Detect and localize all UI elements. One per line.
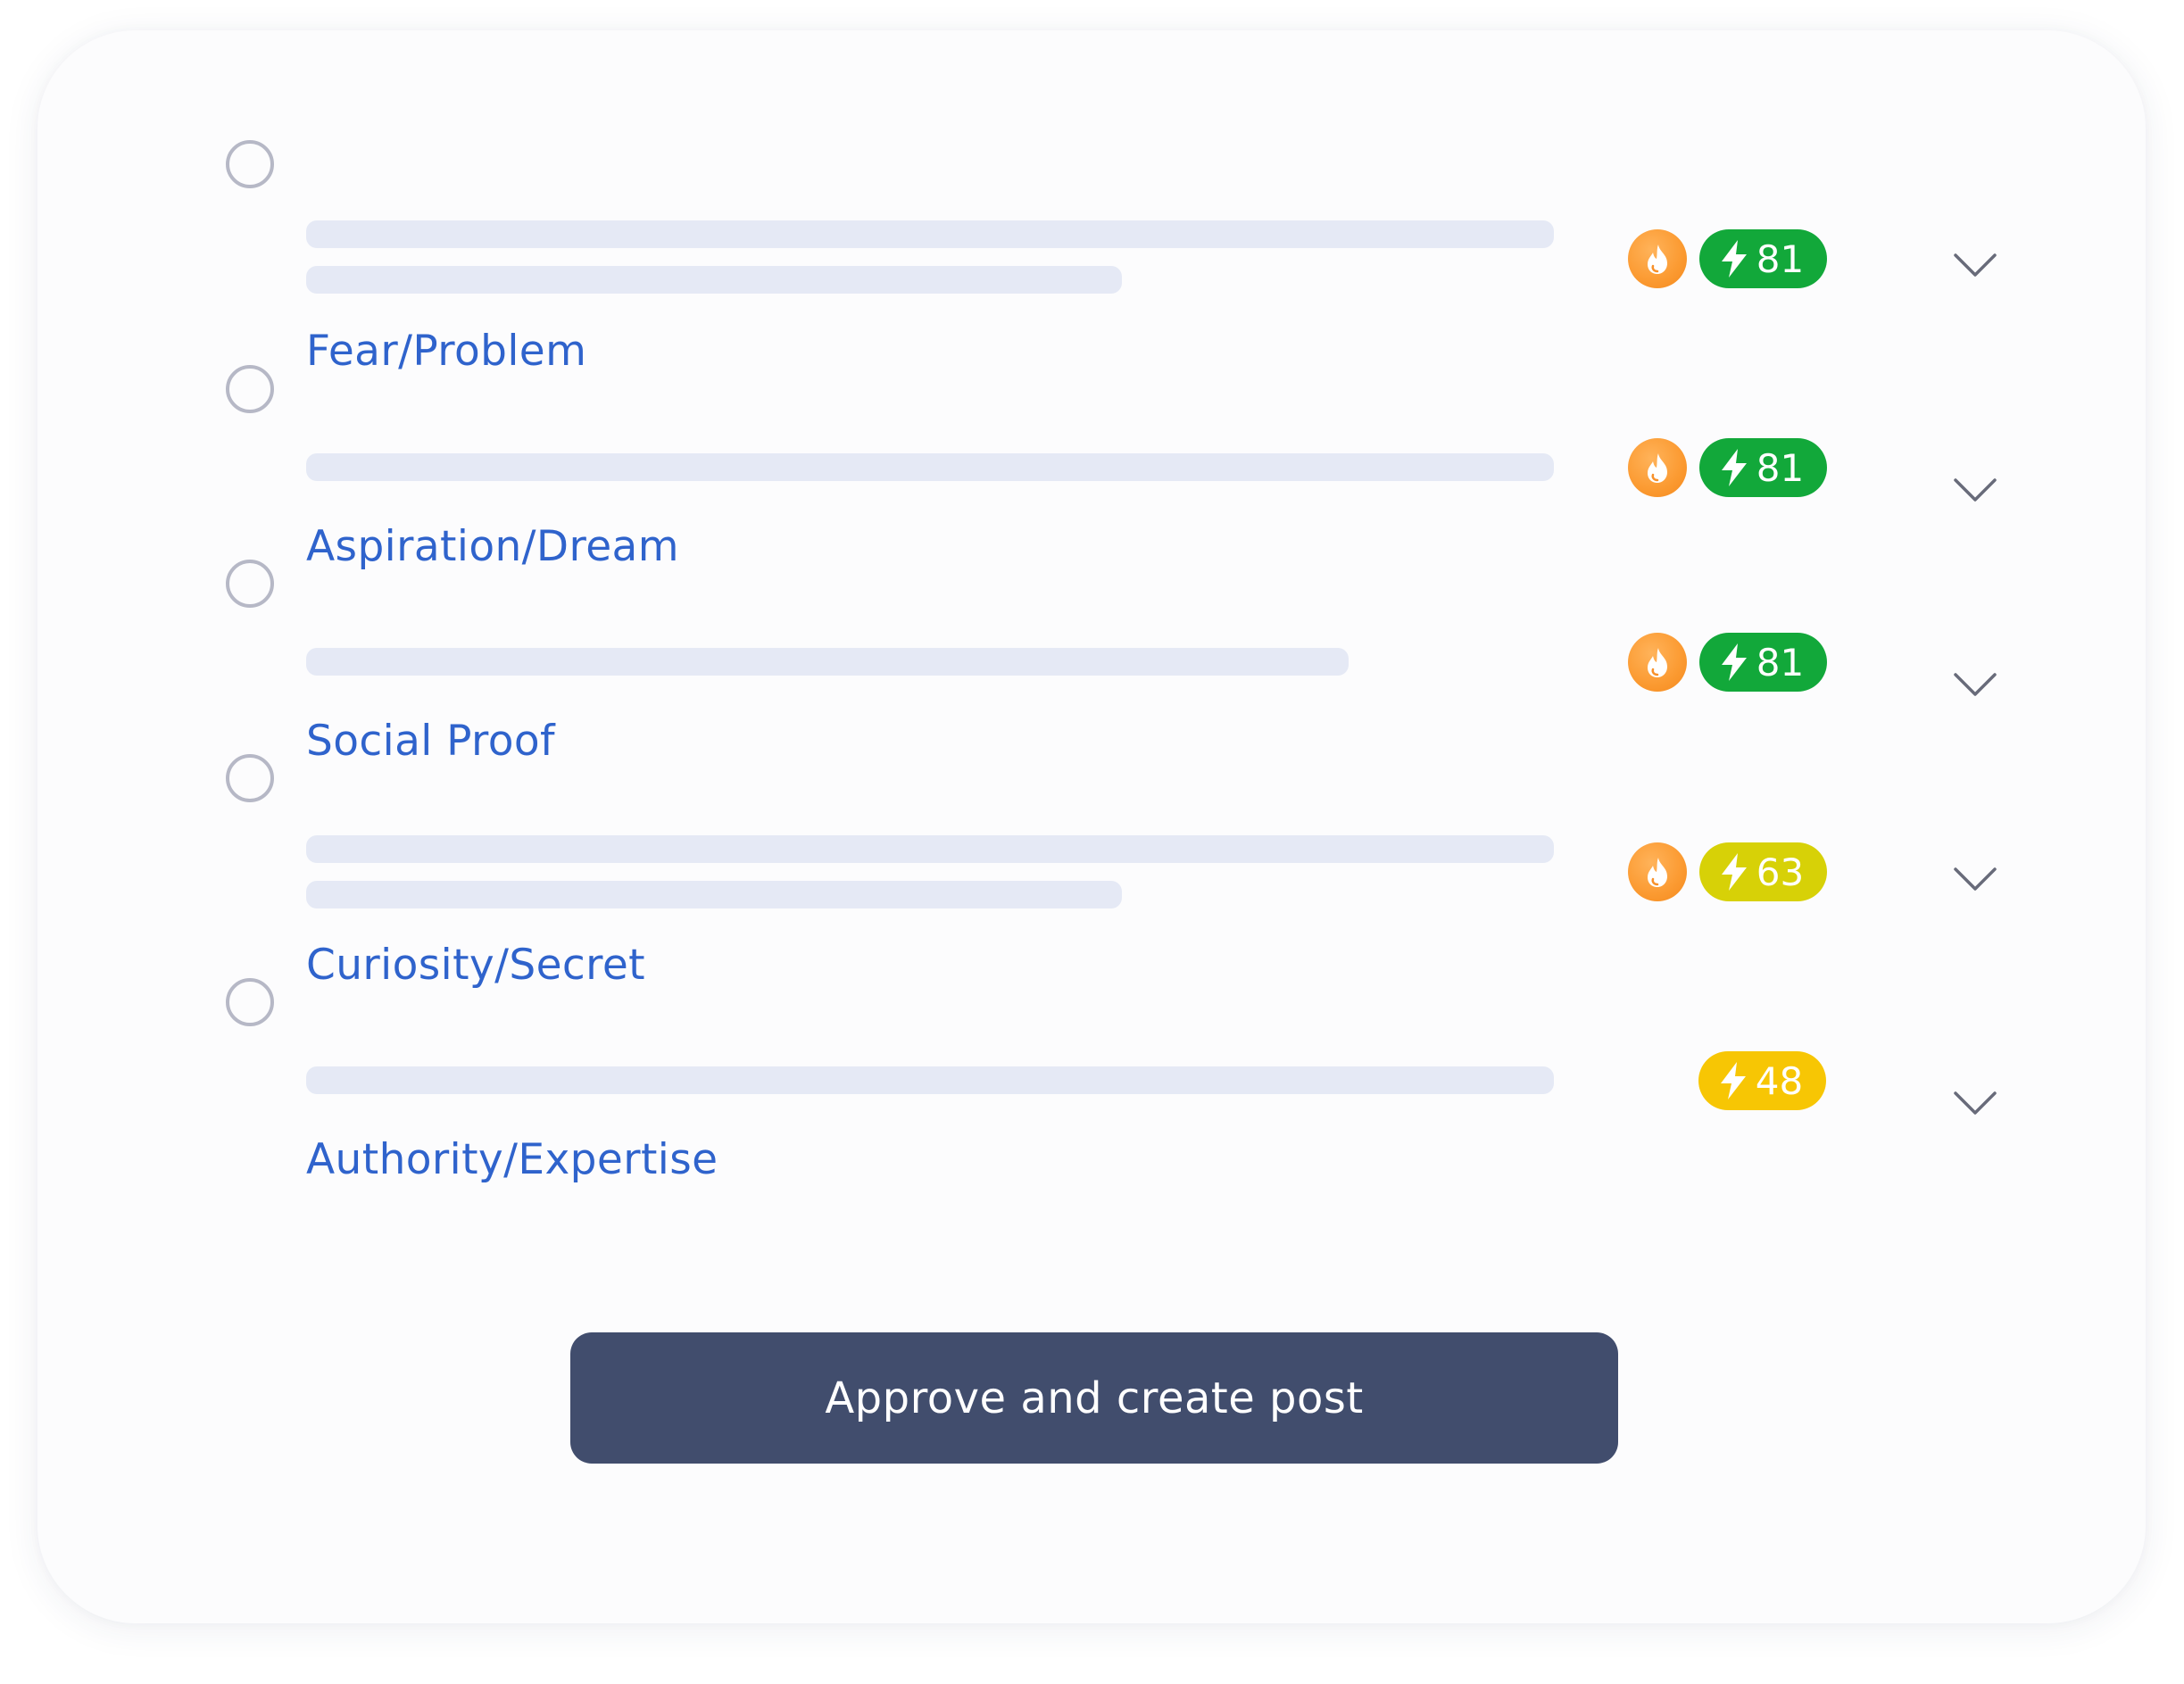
hook-type-label: Aspiration/Dream — [306, 522, 679, 571]
score-value: 48 — [1755, 1058, 1804, 1103]
score-badge: 63 — [1699, 842, 1827, 901]
text-placeholder-line — [306, 220, 1554, 248]
radio-unselected-icon[interactable] — [226, 140, 274, 188]
hook-type-label: Curiosity/Secret — [306, 941, 645, 990]
hook-type-label: Fear/Problem — [306, 327, 587, 376]
lightning-bolt-icon — [1721, 643, 1747, 681]
radio-unselected-icon[interactable] — [226, 978, 274, 1026]
lightning-bolt-icon — [1720, 1062, 1746, 1099]
score-value: 81 — [1756, 445, 1805, 490]
hook-selection-card: Fear/Problem 81 Aspiration/Dream 81 Soci… — [37, 30, 2146, 1623]
score-badge: 81 — [1699, 229, 1827, 288]
chevron-down-icon[interactable] — [1953, 252, 1997, 278]
chevron-down-icon[interactable] — [1953, 1090, 1997, 1116]
radio-unselected-icon[interactable] — [226, 365, 274, 413]
lightning-bolt-icon — [1721, 240, 1747, 278]
text-placeholder-line — [306, 648, 1349, 676]
score-badge: 81 — [1699, 438, 1827, 497]
lightning-bolt-icon — [1721, 853, 1747, 891]
text-placeholder-line — [306, 835, 1554, 863]
text-placeholder-line — [306, 881, 1122, 908]
score-value: 63 — [1756, 850, 1805, 894]
text-placeholder-line — [306, 266, 1122, 294]
lightning-bolt-icon — [1721, 449, 1747, 486]
chevron-down-icon[interactable] — [1953, 671, 1997, 698]
score-value: 81 — [1756, 640, 1805, 684]
radio-unselected-icon[interactable] — [226, 754, 274, 802]
radio-unselected-icon[interactable] — [226, 560, 274, 608]
text-placeholder-line — [306, 453, 1554, 481]
fire-icon — [1628, 229, 1687, 288]
hook-type-label: Social Proof — [306, 717, 555, 766]
fire-icon — [1628, 842, 1687, 901]
score-value: 81 — [1756, 236, 1805, 281]
fire-icon — [1628, 633, 1687, 692]
fire-icon — [1628, 438, 1687, 497]
chevron-down-icon[interactable] — [1953, 866, 1997, 892]
score-badge: 81 — [1699, 633, 1827, 692]
score-badge: 48 — [1698, 1051, 1826, 1110]
chevron-down-icon[interactable] — [1953, 477, 1997, 503]
approve-and-create-post-button[interactable]: Approve and create post — [570, 1332, 1618, 1464]
text-placeholder-line — [306, 1066, 1554, 1094]
hook-type-label: Authority/Expertise — [306, 1135, 718, 1184]
